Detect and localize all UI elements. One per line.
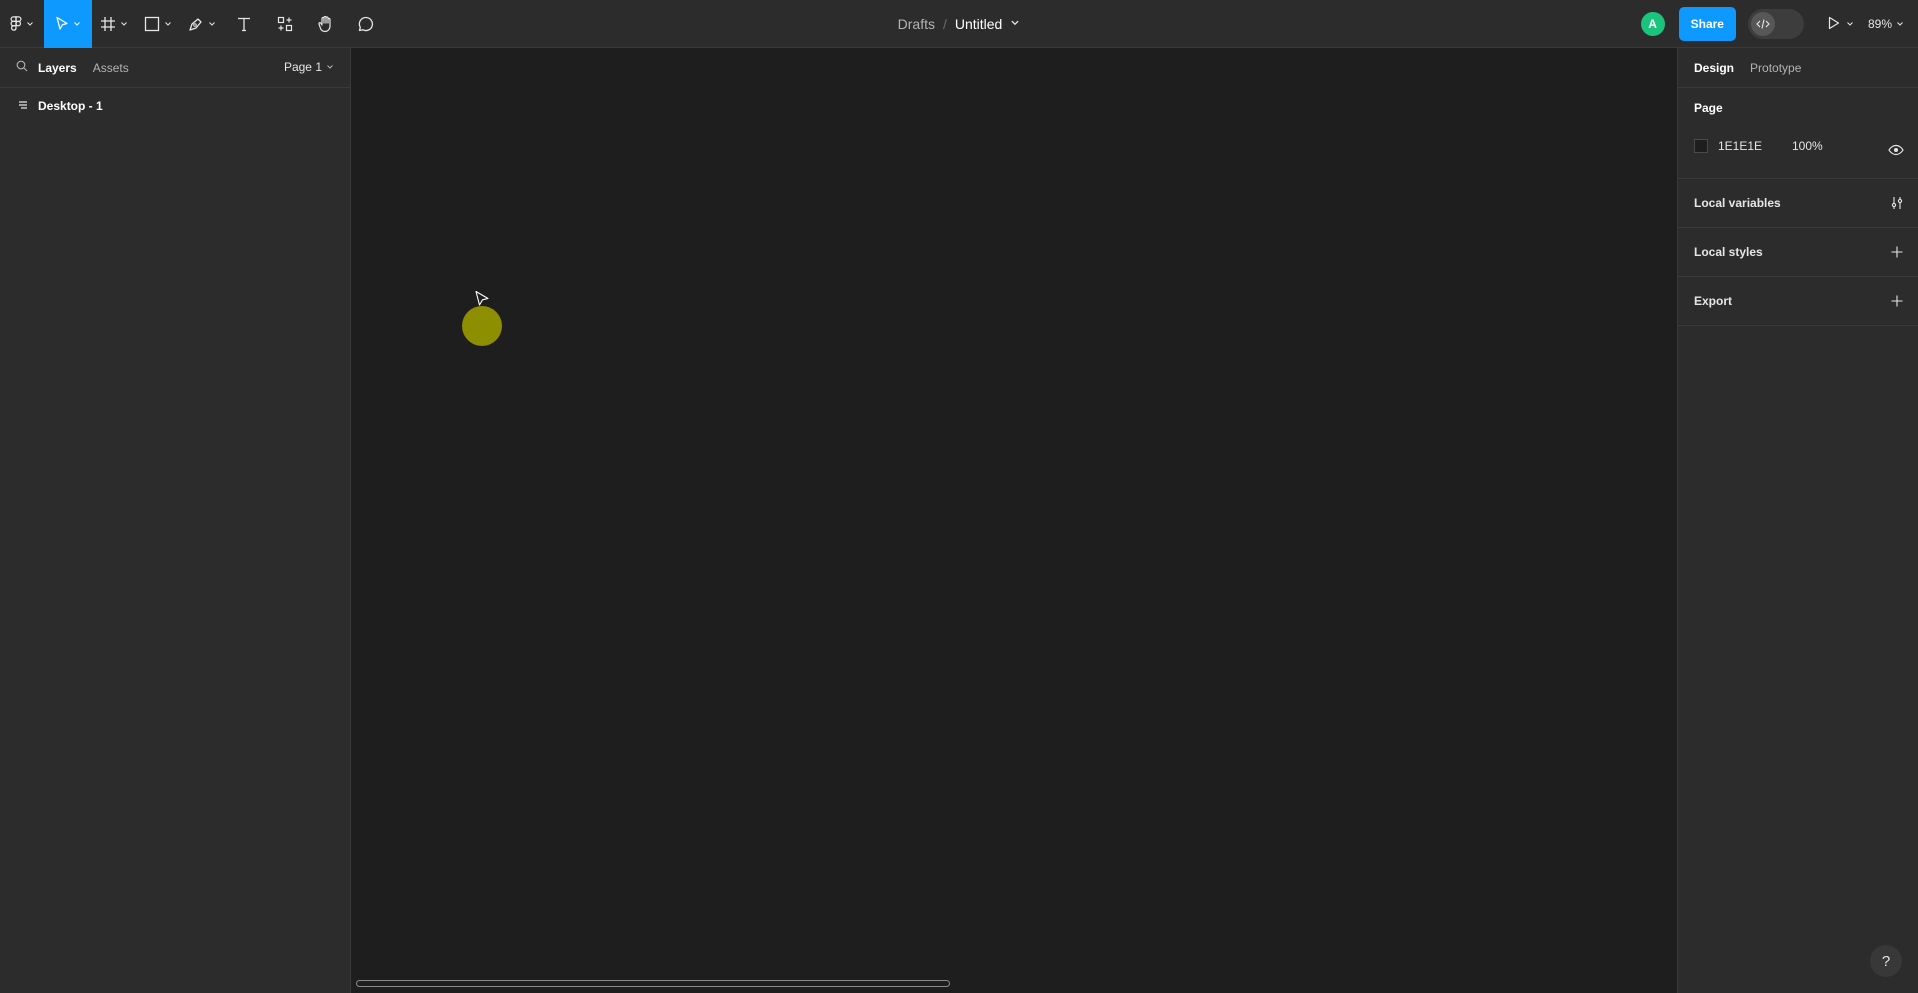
pointer-icon (55, 16, 69, 32)
tab-assets[interactable]: Assets (93, 61, 129, 75)
text-icon (236, 16, 252, 32)
text-tool-button[interactable] (224, 0, 264, 48)
resources-icon (277, 16, 293, 32)
zoom-level: 89% (1867, 17, 1892, 31)
plus-icon[interactable] (1890, 245, 1904, 262)
toolbar-right: A Share 89% (1640, 0, 1918, 48)
page-section-title: Page (1694, 101, 1723, 115)
chevron-down-icon (164, 20, 172, 28)
main-menu-button[interactable] (0, 0, 44, 48)
color-swatch[interactable] (1694, 139, 1708, 153)
breadcrumb-separator: / (942, 16, 947, 32)
export-header: Export (1678, 277, 1918, 325)
comment-icon (358, 16, 374, 32)
page-selector-label: Page 1 (283, 60, 322, 74)
frame-layer-icon (18, 99, 28, 113)
rectangle-icon (144, 16, 160, 32)
move-tool-button[interactable] (44, 0, 92, 48)
chevron-down-icon (1896, 17, 1904, 31)
chevron-down-icon (208, 20, 216, 28)
left-panel: Layers Assets Page 1 Desktop - 1 (0, 48, 351, 993)
local-variables-header: Local variables (1678, 179, 1918, 227)
code-icon (1750, 12, 1775, 36)
layer-row[interactable]: Desktop - 1 (0, 90, 350, 122)
hand-tool-button[interactable] (306, 0, 346, 48)
tab-layers[interactable]: Layers (38, 61, 77, 75)
resources-tool-button[interactable] (264, 0, 306, 48)
share-button[interactable]: Share (1678, 7, 1736, 41)
export-title: Export (1694, 294, 1733, 308)
chevron-down-icon (73, 20, 81, 28)
chevron-down-icon[interactable] (1010, 17, 1020, 31)
page-selector[interactable]: Page 1 (284, 60, 334, 74)
local-variables-title: Local variables (1694, 196, 1781, 210)
local-styles-header: Local styles (1678, 228, 1918, 276)
local-styles-title: Local styles (1694, 245, 1763, 259)
local-variables-section: Local variables (1678, 179, 1918, 228)
tab-prototype[interactable]: Prototype (1750, 61, 1801, 75)
fill-hex-value[interactable]: 1E1E1E (1718, 139, 1792, 153)
comment-tool-button[interactable] (346, 0, 386, 48)
dev-mode-toggle[interactable] (1747, 9, 1804, 39)
chevron-down-icon (120, 20, 128, 28)
left-panel-tabs: Layers Assets Page 1 (0, 48, 350, 88)
pen-tool-button[interactable] (180, 0, 224, 48)
play-icon (1828, 16, 1840, 33)
right-panel: Design Prototype Page 1E1E1E 100% Local … (1677, 48, 1918, 993)
eye-icon[interactable] (1888, 144, 1904, 159)
page-fill-row[interactable]: 1E1E1E 100% (1678, 128, 1918, 178)
page-section: Page 1E1E1E 100% (1678, 88, 1918, 179)
present-button[interactable] (1828, 16, 1854, 33)
shape-tool-button[interactable] (136, 0, 180, 48)
tab-design[interactable]: Design (1694, 61, 1734, 75)
ellipse-shape[interactable] (462, 306, 502, 346)
frame-icon (100, 16, 116, 32)
fill-opacity-value[interactable]: 100% (1792, 139, 1823, 153)
chevron-down-icon (326, 60, 334, 74)
plus-icon[interactable] (1890, 294, 1904, 311)
pen-icon (188, 16, 204, 32)
mouse-cursor-icon (474, 290, 490, 311)
hand-icon (318, 15, 334, 33)
avatar[interactable]: A (1640, 12, 1665, 36)
zoom-menu[interactable]: 89% (1868, 17, 1904, 31)
breadcrumb-drafts-link[interactable]: Drafts (898, 16, 935, 32)
top-toolbar: Drafts / Untitled A Share 89% (0, 0, 1918, 48)
search-icon[interactable] (16, 60, 28, 75)
layer-name: Desktop - 1 (38, 99, 103, 113)
variables-settings-icon[interactable] (1890, 196, 1904, 213)
file-title[interactable]: Untitled (955, 16, 1002, 32)
help-button[interactable]: ? (1870, 945, 1902, 977)
figma-logo-icon (10, 15, 22, 32)
horizontal-scrollbar[interactable] (356, 980, 950, 987)
chevron-down-icon (26, 20, 34, 28)
export-section: Export (1678, 277, 1918, 326)
canvas[interactable] (352, 48, 1677, 993)
right-panel-tabs: Design Prototype (1678, 48, 1918, 88)
chevron-down-icon (1846, 17, 1854, 31)
local-styles-section: Local styles (1678, 228, 1918, 277)
frame-tool-button[interactable] (92, 0, 136, 48)
